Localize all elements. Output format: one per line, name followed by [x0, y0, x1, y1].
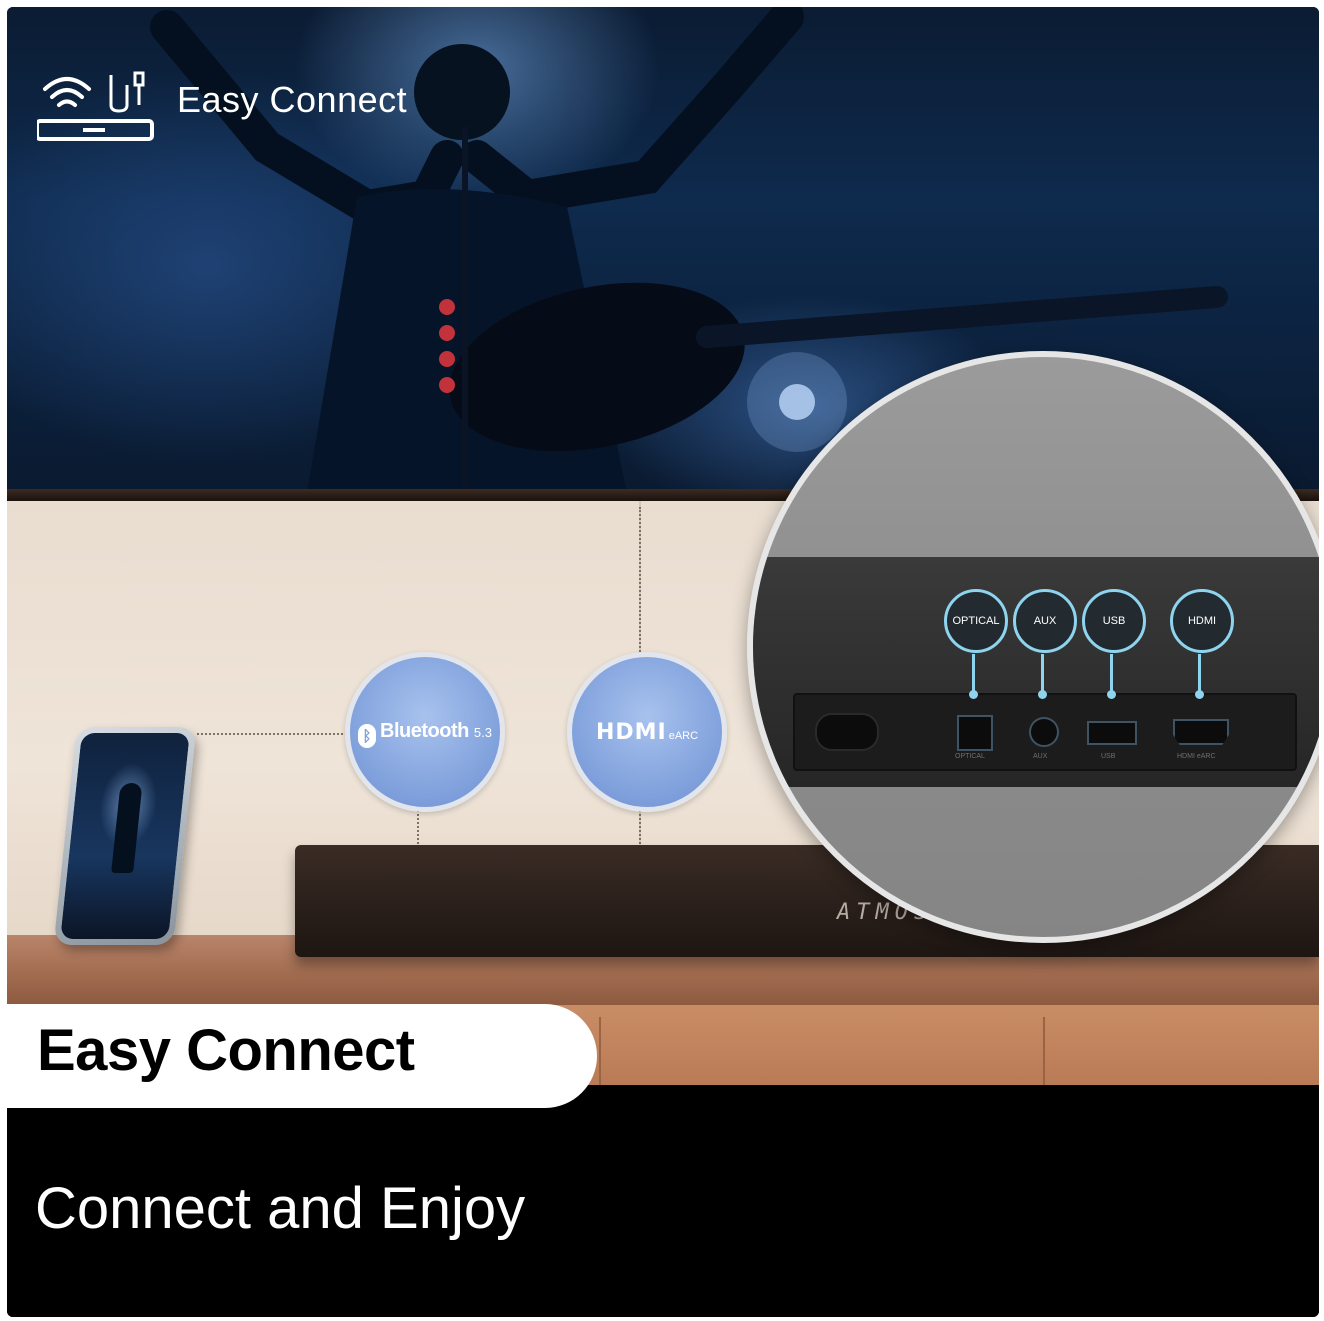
port-label-aux: AUX: [1013, 589, 1077, 653]
aux-port: [1029, 717, 1059, 747]
hdmi-port: [1173, 719, 1229, 745]
usb-port: [1087, 721, 1137, 745]
port-caption: USB: [1101, 753, 1116, 760]
port-caption: AUX: [1033, 753, 1048, 760]
port-stem-dot: [1038, 690, 1047, 699]
bluetooth-badge: ᛒ Bluetooth 5.3: [345, 652, 505, 812]
cabinet-seam: [599, 1017, 601, 1085]
phone-guitarist-image: [111, 783, 143, 873]
port-stem-dot: [1195, 690, 1204, 699]
cabinet-seam: [1043, 1017, 1045, 1085]
smartphone: [53, 727, 197, 945]
optical-port: [957, 715, 993, 751]
hdmi-up-connector-line: [639, 507, 641, 655]
product-banner: Easy Connect ATMOS ᛒ Bluetooth 5.3 HDMI e…: [7, 7, 1319, 1317]
port-stem: [972, 654, 975, 694]
hdmi-badge: HDMI eARC: [567, 652, 727, 812]
port-zoom-callout: OPTICAL AUX USB HDMI OPTICAL AUX USB HDM…: [747, 351, 1319, 943]
port-stem: [1041, 654, 1044, 694]
port-stem: [1198, 654, 1201, 694]
power-port: [815, 713, 879, 751]
bluetooth-down-connector-line: [417, 807, 419, 847]
hdmi-sub-label: eARC: [668, 729, 699, 742]
hdmi-label: HDMI: [595, 719, 667, 745]
port-stem: [1110, 654, 1113, 694]
hdmi-down-connector-line: [639, 807, 641, 847]
port-label-usb: USB: [1082, 589, 1146, 653]
bluetooth-icon: ᛒ: [358, 724, 377, 748]
port-caption: OPTICAL: [955, 753, 985, 760]
header-title: Easy Connect: [177, 79, 408, 120]
port-label-hdmi: HDMI: [1170, 589, 1234, 653]
footer-title: Easy Connect: [37, 1018, 415, 1083]
phone-screen: [60, 733, 190, 939]
port-label-optical: OPTICAL: [944, 589, 1008, 653]
bluetooth-version: 5.3: [473, 725, 492, 740]
port-caption: HDMI eARC: [1177, 753, 1216, 760]
footer-subtitle: Connect and Enjoy: [35, 1176, 526, 1241]
phone-connector-line: [197, 733, 347, 735]
port-stem-dot: [1107, 690, 1116, 699]
port-stem-dot: [969, 690, 978, 699]
connect-icon-group: [35, 65, 157, 149]
bluetooth-label: Bluetooth: [380, 720, 469, 742]
soundbar-wifi-cable-icon: [35, 71, 154, 141]
